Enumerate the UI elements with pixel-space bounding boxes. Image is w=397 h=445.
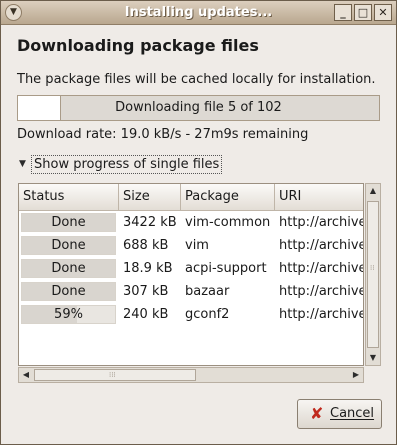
description-text: The package files will be cached locally…: [17, 72, 376, 87]
grip-icon: ⁞⁞⁞: [109, 371, 116, 379]
status-progress-cell: Done: [21, 259, 116, 278]
size-cell: 688 kB: [123, 238, 169, 253]
horizontal-scroll-thumb[interactable]: ⁞⁞⁞: [34, 369, 196, 381]
column-header-uri[interactable]: URI: [275, 184, 363, 211]
status-text: Done: [51, 215, 86, 230]
status-text: Done: [51, 284, 86, 299]
package-cell: vim: [185, 238, 209, 253]
status-progress-cell: Done: [21, 213, 116, 232]
table-header: Status Size Package URI: [19, 184, 363, 211]
vertical-scrollbar[interactable]: ▲ ⁞⁞ ▼: [365, 183, 381, 366]
expander-arrow-icon: ▼: [19, 159, 26, 169]
installing-updates-window: ▼ Installing updates... _ □ ✕ Downloadin…: [0, 0, 397, 445]
expander-label[interactable]: Show progress of single files: [31, 155, 223, 174]
size-cell: 240 kB: [123, 307, 169, 322]
maximize-button[interactable]: □: [354, 4, 372, 21]
scroll-left-icon[interactable]: ◀: [19, 368, 33, 382]
progress-label: Downloading file 5 of 102: [115, 100, 282, 115]
status-text: Done: [51, 261, 86, 276]
cancel-button-label: Cancel: [330, 406, 375, 421]
column-header-package[interactable]: Package: [181, 184, 275, 211]
size-cell: 18.9 kB: [123, 261, 173, 276]
scroll-right-icon[interactable]: ▶: [349, 368, 363, 382]
package-cell: acpi-support: [185, 261, 267, 276]
column-header-size[interactable]: Size: [119, 184, 181, 211]
status-text: 59%: [54, 307, 83, 322]
uri-cell: http://archive: [279, 215, 363, 230]
download-rate-text: Download rate: 19.0 kB/s - 27m9s remaini…: [17, 127, 309, 142]
table-row[interactable]: Done 307 kB bazaar http://archive: [19, 280, 363, 303]
horizontal-scrollbar[interactable]: ◀ ⁞⁞⁞ ▶: [18, 367, 364, 383]
page-title: Downloading package files: [17, 36, 259, 55]
grip-icon: ⁞⁞: [370, 264, 375, 272]
uri-cell: http://archive: [279, 284, 363, 299]
table-row[interactable]: Done 3422 kB vim-common http://archive: [19, 211, 363, 234]
status-progress-cell: 59%: [21, 305, 116, 324]
package-cell: gconf2: [185, 307, 230, 322]
size-cell: 307 kB: [123, 284, 169, 299]
column-header-status[interactable]: Status: [19, 184, 119, 211]
cancel-button[interactable]: ✘ Cancel: [297, 399, 382, 429]
close-button[interactable]: ✕: [374, 4, 392, 21]
status-progress-cell: Done: [21, 282, 116, 301]
scroll-up-icon[interactable]: ▲: [366, 184, 380, 198]
cancel-icon: ✘: [310, 404, 324, 423]
minimize-button[interactable]: _: [334, 4, 352, 21]
vertical-scroll-thumb[interactable]: ⁞⁞: [367, 201, 379, 348]
uri-cell: http://archive: [279, 307, 363, 322]
status-progress-cell: Done: [21, 236, 116, 255]
file-progress-table[interactable]: Status Size Package URI Done 3422 kB vim-c…: [18, 183, 364, 366]
status-text: Done: [51, 238, 86, 253]
size-cell: 3422 kB: [123, 215, 177, 230]
package-cell: bazaar: [185, 284, 230, 299]
table-row[interactable]: 59% 240 kB gconf2 http://archive: [19, 303, 363, 326]
table-row[interactable]: Done 18.9 kB acpi-support http://archive: [19, 257, 363, 280]
package-cell: vim-common: [185, 215, 271, 230]
overall-progress-bar: Downloading file 5 of 102: [17, 95, 380, 121]
uri-cell: http://archive: [279, 238, 363, 253]
table-row[interactable]: Done 688 kB vim http://archive: [19, 234, 363, 257]
title-bar[interactable]: ▼ Installing updates... _ □ ✕: [1, 1, 396, 25]
uri-cell: http://archive: [279, 261, 363, 276]
scroll-down-icon[interactable]: ▼: [366, 351, 380, 365]
